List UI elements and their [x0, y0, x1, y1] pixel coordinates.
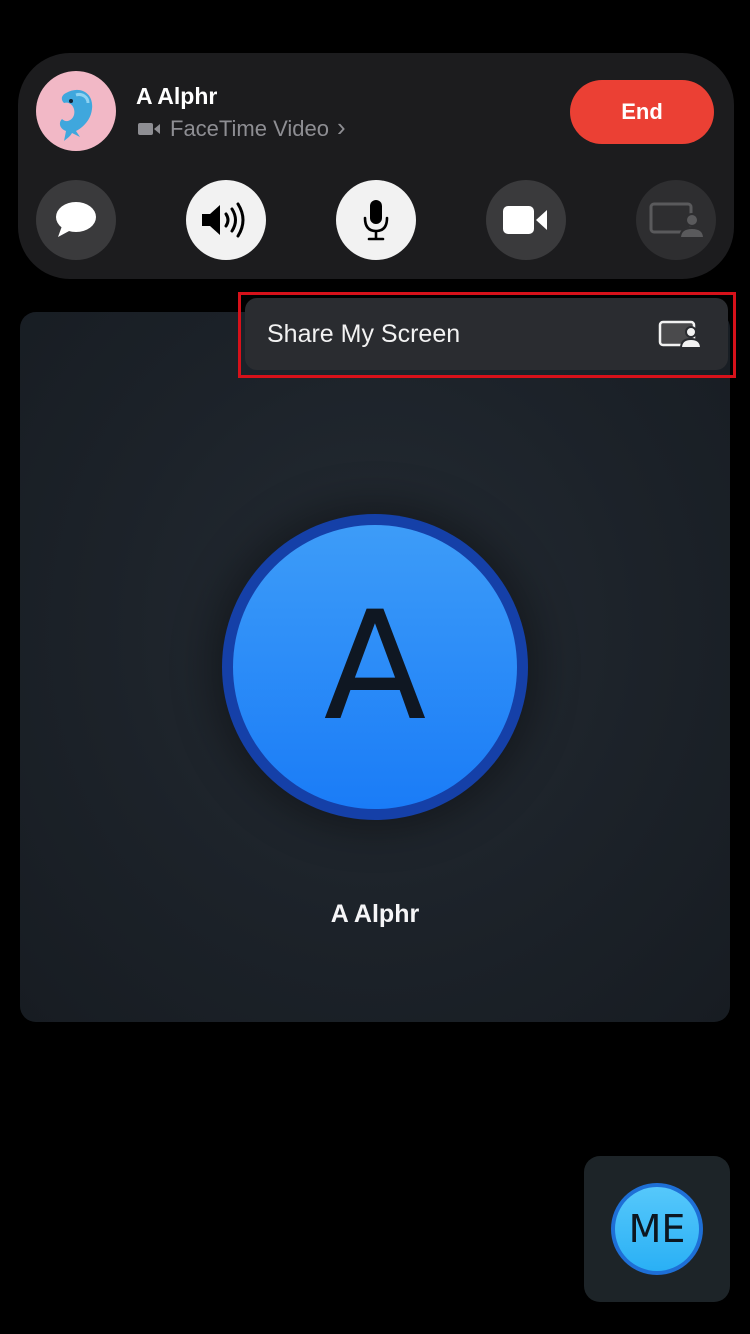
remote-avatar-initial: A — [233, 525, 517, 809]
speaker-icon — [202, 202, 245, 238]
microphone-button[interactable] — [336, 180, 416, 260]
call-control-panel: A Alphr FaceTime Video › End — [18, 53, 734, 279]
call-type-label: FaceTime Video — [170, 116, 329, 141]
remote-avatar: A — [222, 514, 528, 820]
messages-button[interactable] — [36, 180, 116, 260]
share-play-button[interactable] — [636, 180, 716, 260]
camera-button[interactable] — [486, 180, 566, 260]
dolphin-icon — [59, 89, 93, 141]
remote-participant-tile[interactable]: A A Alphr — [20, 312, 730, 1022]
self-avatar-initials: ME — [615, 1187, 699, 1271]
remote-participant-name: A Alphr — [330, 900, 420, 928]
share-screen-icon — [649, 202, 704, 239]
share-screen-icon — [658, 320, 702, 349]
message-bubble-icon — [56, 202, 96, 237]
self-view-tile[interactable]: ME — [584, 1156, 730, 1302]
contact-avatar[interactable] — [36, 71, 116, 151]
self-avatar: ME — [611, 1183, 703, 1275]
share-my-screen-label: Share My Screen — [267, 319, 461, 348]
contact-name: A Alphr — [136, 83, 218, 109]
video-camera-icon — [503, 206, 547, 234]
video-camera-icon — [138, 123, 160, 135]
share-my-screen-menu-item[interactable]: Share My Screen — [245, 298, 728, 370]
chevron-right-icon: › — [336, 112, 346, 142]
speaker-button[interactable] — [186, 180, 266, 260]
microphone-icon — [363, 200, 389, 241]
call-type[interactable]: FaceTime Video › — [138, 112, 346, 143]
end-call-button[interactable]: End — [570, 80, 714, 144]
